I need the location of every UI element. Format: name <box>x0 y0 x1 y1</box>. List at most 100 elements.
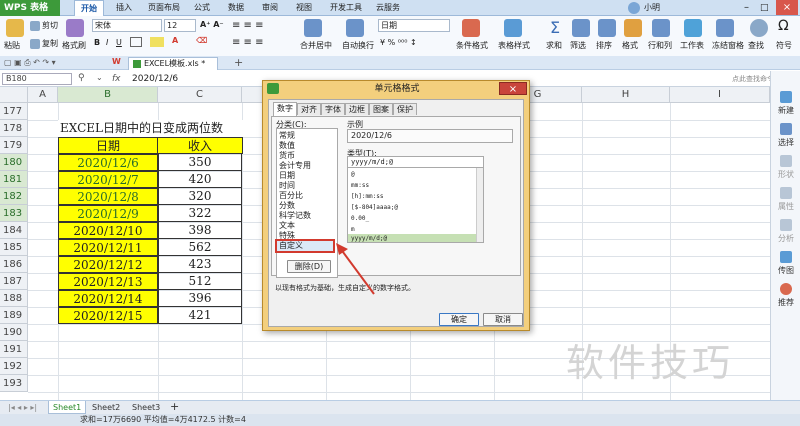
freeze-icon[interactable] <box>716 19 734 37</box>
find-icon[interactable] <box>750 19 768 37</box>
clear-format-icon[interactable]: ⌫ <box>196 36 207 45</box>
type-item[interactable]: 0.00_ <box>351 214 369 223</box>
copy-button[interactable]: 复制 <box>30 38 58 49</box>
type-item[interactable]: m <box>351 225 355 234</box>
side-analysis[interactable]: 分析 <box>771 219 800 244</box>
ok-button[interactable]: 确定 <box>439 313 479 326</box>
underline-icon[interactable]: U <box>116 38 122 47</box>
tab-number[interactable]: 数字 <box>273 102 297 116</box>
tab-font[interactable]: 字体 <box>321 103 345 115</box>
menu-tab-view[interactable]: 视图 <box>292 0 316 16</box>
date-cell[interactable]: 2020/12/15 <box>58 307 158 324</box>
user-name[interactable]: 小明 <box>644 0 660 16</box>
category-item[interactable]: 科学记数 <box>279 211 311 221</box>
symbol-button[interactable]: 符号 <box>776 40 792 51</box>
row-header[interactable]: 181 <box>0 171 28 188</box>
category-item[interactable]: 分数 <box>279 201 295 211</box>
avatar[interactable] <box>628 2 640 14</box>
sheet-tab[interactable]: Sheet1 <box>48 401 87 414</box>
border-icon[interactable] <box>130 37 142 47</box>
italic-icon[interactable]: I <box>106 38 108 47</box>
sheet-title-cell[interactable]: EXCEL日期中的日变成两位数 <box>58 120 278 137</box>
sort-button[interactable]: 排序 <box>596 40 612 51</box>
close-icon[interactable]: × <box>776 0 798 15</box>
row-header[interactable]: 179 <box>0 137 28 154</box>
date-cell[interactable]: 2020/12/6 <box>58 154 158 171</box>
category-item-custom[interactable]: 自定义 <box>275 239 335 253</box>
wrap-text-button[interactable]: 自动换行 <box>342 40 374 51</box>
header-cell-date[interactable]: 日期 <box>58 137 158 154</box>
quick-access-icons[interactable]: ▢ ▣ ⎙ ↶ ↷ ▾ <box>4 58 56 68</box>
row-col-icon[interactable] <box>652 19 670 37</box>
select-all-corner[interactable] <box>0 87 28 103</box>
income-cell[interactable]: 420 <box>158 171 242 188</box>
row-header[interactable]: 182 <box>0 188 28 205</box>
omega-icon[interactable]: Ω <box>778 18 789 34</box>
fx-icon[interactable]: fx <box>112 72 121 86</box>
type-item[interactable]: mm:ss <box>351 181 369 190</box>
side-property[interactable]: 属性 <box>771 187 800 212</box>
dialog-close-icon[interactable]: × <box>499 82 527 95</box>
new-tab-icon[interactable]: + <box>234 56 243 69</box>
table-style-icon[interactable] <box>504 19 522 37</box>
type-item[interactable]: [$-804]aaaa;@ <box>351 203 398 212</box>
income-cell[interactable]: 423 <box>158 256 242 273</box>
type-item[interactable]: [h]:mm:ss <box>351 192 384 201</box>
column-header-h[interactable]: H <box>582 87 670 103</box>
paste-button[interactable]: 粘贴 <box>4 40 20 51</box>
bold-icon[interactable]: B <box>94 38 100 47</box>
format-painter-button[interactable]: 格式刷 <box>62 40 86 51</box>
sheet-tab[interactable]: Sheet2 <box>88 401 124 414</box>
income-cell[interactable]: 320 <box>158 188 242 205</box>
menu-tab-page-layout[interactable]: 页面布局 <box>144 0 184 16</box>
worksheet-icon[interactable] <box>684 19 702 37</box>
format-icon[interactable] <box>624 19 642 37</box>
wrap-text-icon[interactable] <box>346 19 364 37</box>
sum-button[interactable]: 求和 <box>546 40 562 51</box>
row-header[interactable]: 186 <box>0 256 28 273</box>
sum-icon[interactable]: Σ <box>550 18 560 37</box>
worksheet-button[interactable]: 工作表 <box>680 40 704 51</box>
cut-button[interactable]: 剪切 <box>30 20 58 31</box>
date-cell[interactable]: 2020/12/8 <box>58 188 158 205</box>
category-item[interactable]: 时间 <box>279 181 295 191</box>
row-header[interactable]: 187 <box>0 273 28 290</box>
date-cell[interactable]: 2020/12/7 <box>58 171 158 188</box>
type-item[interactable]: @ <box>351 170 355 179</box>
percent-icon[interactable]: ¥ % ⁰⁰⁰ ↕ <box>380 38 417 47</box>
doc-tab[interactable]: EXCEL模板.xls * <box>128 57 218 70</box>
income-cell[interactable]: 562 <box>158 239 242 256</box>
name-box[interactable]: B180 <box>2 73 72 85</box>
delete-button[interactable]: 删除(D) <box>287 260 331 273</box>
income-cell[interactable]: 322 <box>158 205 242 222</box>
column-header-c[interactable]: C <box>158 87 242 103</box>
format-button[interactable]: 格式 <box>622 40 638 51</box>
category-list[interactable]: 常规 数值 货币 会计专用 日期 时间 百分比 分数 科学记数 文本 特殊 自定… <box>275 128 338 278</box>
align-top-icon[interactable]: ≡ ≡ ≡ <box>232 20 264 31</box>
date-cell[interactable]: 2020/12/13 <box>58 273 158 290</box>
date-cell[interactable]: 2020/12/11 <box>58 239 158 256</box>
side-upload-image[interactable]: 传图 <box>771 251 800 276</box>
font-grow-icon[interactable]: A⁺ A⁻ <box>200 20 224 29</box>
conditional-format-icon[interactable] <box>462 19 480 37</box>
minimize-icon[interactable]: – <box>744 0 749 16</box>
header-cell-income[interactable]: 收入 <box>157 137 243 154</box>
font-family-select[interactable]: 宋体 <box>92 19 162 32</box>
category-item[interactable]: 特殊 <box>279 231 295 241</box>
row-header[interactable]: 180 <box>0 154 28 171</box>
date-cell[interactable]: 2020/12/14 <box>58 290 158 307</box>
income-cell[interactable]: 350 <box>158 154 242 171</box>
side-select[interactable]: 选择 <box>771 123 800 148</box>
sheet-tab[interactable]: Sheet3 <box>128 401 164 414</box>
sort-icon[interactable] <box>598 19 616 37</box>
formula-value[interactable]: 2020/12/6 <box>132 72 178 86</box>
fill-color-icon[interactable] <box>150 37 164 47</box>
row-header[interactable]: 183 <box>0 205 28 222</box>
menu-tab-developer[interactable]: 开发工具 <box>326 0 366 16</box>
filter-icon[interactable] <box>572 19 590 37</box>
find-button[interactable]: 查找 <box>748 40 764 51</box>
menu-tab-insert[interactable]: 插入 <box>112 0 136 16</box>
column-header-i[interactable]: I <box>670 87 770 103</box>
app-menu-button[interactable]: WPS 表格 <box>0 0 60 16</box>
conditional-format-button[interactable]: 条件格式 <box>456 40 488 51</box>
